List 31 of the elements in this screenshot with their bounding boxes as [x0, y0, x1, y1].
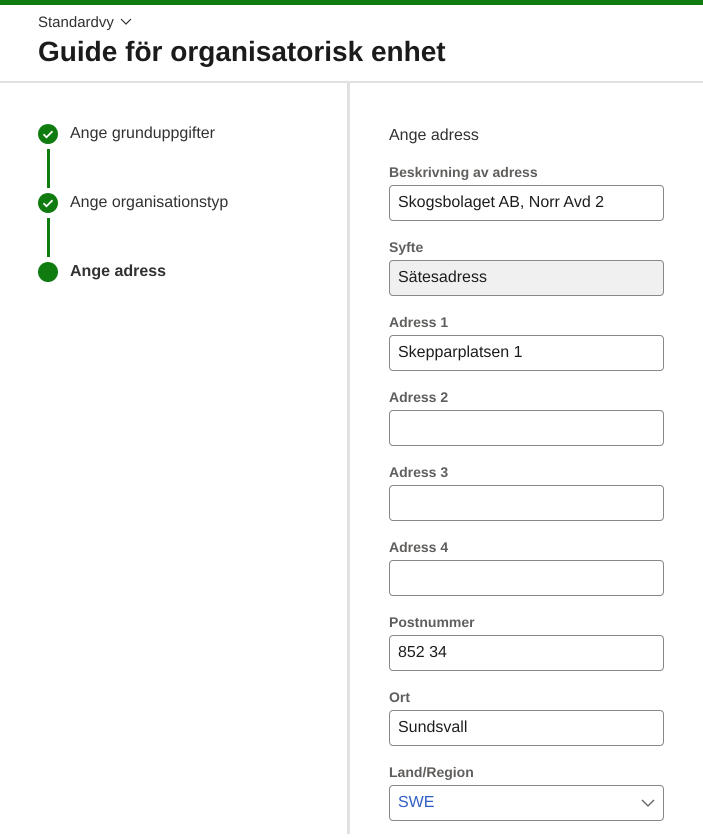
- step-label[interactable]: Ange organisationstyp: [70, 194, 228, 212]
- field-label: Adress 1: [389, 314, 450, 331]
- chevron-down-icon: [641, 799, 655, 807]
- page-title: Guide för organisatorisk enhet: [38, 35, 446, 69]
- section-title: Ange adress: [389, 126, 480, 146]
- step-label[interactable]: Ange grunduppgifter: [70, 125, 215, 143]
- chevron-down-icon: [120, 18, 132, 26]
- field-label: Postnummer: [389, 614, 476, 631]
- check-circle-icon: [38, 124, 58, 144]
- input-field[interactable]: Skepparplatsen 1: [389, 335, 664, 371]
- input-field[interactable]: [389, 410, 664, 446]
- field-label: Land/Region: [389, 764, 475, 781]
- input-field[interactable]: 852 34: [389, 635, 664, 671]
- dropdown-field[interactable]: SWE: [389, 785, 664, 821]
- field-label: Adress 3: [389, 464, 450, 481]
- step-label[interactable]: Ange adress: [70, 263, 166, 281]
- field-label: Syfte: [389, 239, 424, 256]
- input-field[interactable]: [389, 560, 664, 596]
- view-selector[interactable]: Standardvy: [38, 12, 132, 32]
- input-field[interactable]: Sundsvall: [389, 710, 664, 746]
- field-label: Beskrivning av adress: [389, 164, 539, 181]
- field-label: Adress 2: [389, 389, 450, 406]
- input-field[interactable]: Sätesadress: [389, 260, 664, 296]
- step-connector: [47, 218, 50, 257]
- input-field[interactable]: [389, 485, 664, 521]
- current-step-icon: [38, 262, 58, 282]
- field-label: Adress 4: [389, 539, 450, 556]
- check-circle-icon: [38, 193, 58, 213]
- input-field[interactable]: Skogsbolaget AB, Norr Avd 2: [389, 185, 664, 221]
- field-label: Ort: [389, 689, 411, 706]
- step-connector: [47, 149, 50, 188]
